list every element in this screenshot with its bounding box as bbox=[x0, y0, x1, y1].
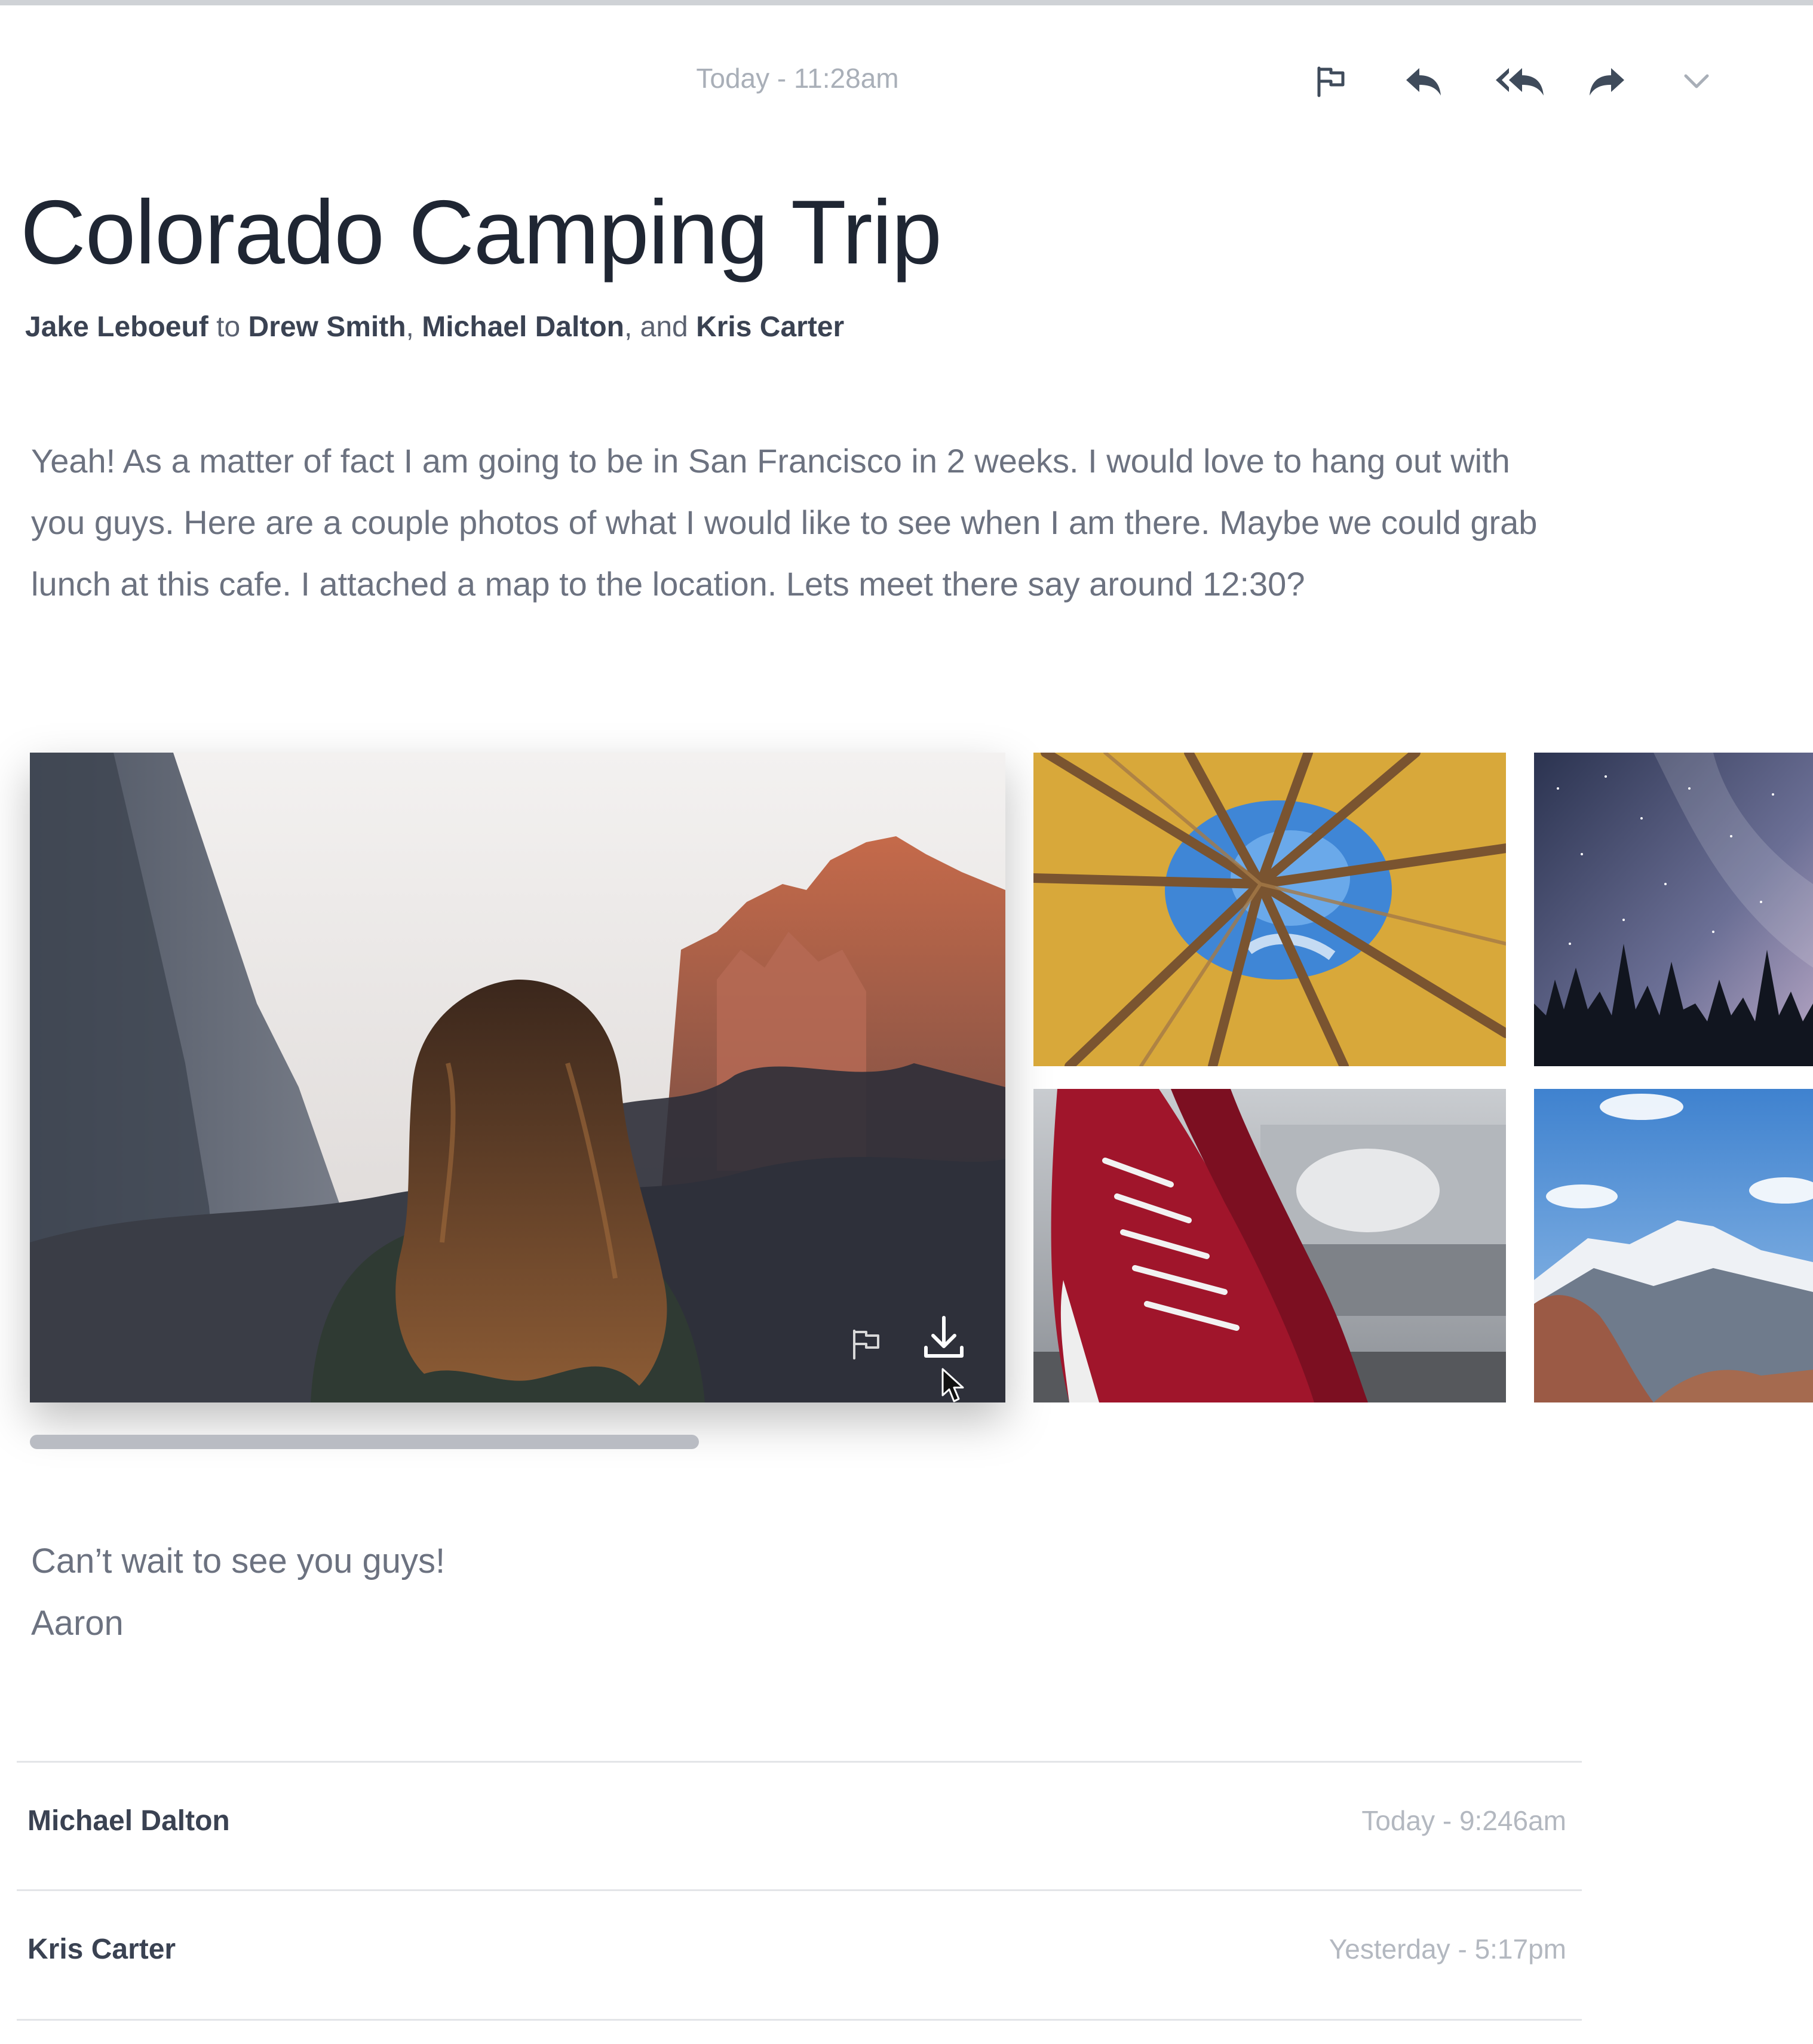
mouse-cursor bbox=[936, 1368, 972, 1402]
to-word: to bbox=[216, 311, 241, 343]
message-timestamp: Today - 11:28am bbox=[696, 63, 899, 94]
recipient-kris-carter[interactable]: Kris Carter bbox=[696, 311, 844, 343]
signoff-line: Can’t wait to see you guys! bbox=[31, 1542, 446, 1580]
image-flag-button[interactable] bbox=[842, 1320, 890, 1368]
thread-timestamp: Today - 9:246am bbox=[1361, 1805, 1566, 1836]
message-subject: Colorado Camping Trip bbox=[20, 182, 942, 283]
download-icon bbox=[920, 1314, 968, 1362]
forward-icon bbox=[1587, 65, 1627, 98]
chevron-down-icon bbox=[1683, 72, 1710, 90]
teepee-sky-photo[interactable] bbox=[1033, 753, 1506, 1066]
window-top-border bbox=[0, 0, 1813, 5]
flag-icon bbox=[849, 1327, 883, 1361]
snowy-mountain-photo[interactable] bbox=[1534, 1089, 1813, 1402]
recipient-michael-dalton[interactable]: Michael Dalton bbox=[422, 311, 624, 343]
reply-all-button[interactable] bbox=[1487, 57, 1553, 105]
recipient-drew-smith[interactable]: Drew Smith bbox=[249, 311, 406, 343]
thread-item[interactable]: Michael Dalton Today - 9:246am bbox=[17, 1763, 1582, 1888]
participants-line: Jake Leboeuf to Drew Smith, Michael Dalt… bbox=[25, 311, 844, 343]
and-word: , and bbox=[624, 311, 688, 343]
red-sneakers-photo[interactable] bbox=[1033, 1089, 1506, 1402]
reply-icon bbox=[1404, 65, 1443, 98]
attachments-scrollbar[interactable] bbox=[30, 1435, 699, 1449]
separator-comma: , bbox=[406, 311, 414, 343]
signature: Aaron bbox=[31, 1604, 124, 1643]
message-body: Yeah! As a matter of fact I am going to … bbox=[31, 442, 1538, 603]
thread-sender: Kris Carter bbox=[27, 1933, 176, 1965]
reply-button[interactable] bbox=[1397, 57, 1450, 105]
flag-icon bbox=[1314, 65, 1348, 98]
reply-all-icon bbox=[1495, 65, 1546, 98]
thread-sender: Michael Dalton bbox=[27, 1805, 230, 1837]
thread-divider bbox=[17, 2019, 1582, 2021]
image-download-button[interactable] bbox=[914, 1308, 974, 1368]
cursor-arrow-icon bbox=[940, 1368, 968, 1402]
flag-button[interactable] bbox=[1304, 57, 1358, 105]
thread-timestamp: Yesterday - 5:17pm bbox=[1329, 1933, 1566, 1965]
thread-item[interactable]: Kris Carter Yesterday - 5:17pm bbox=[17, 1891, 1582, 2017]
more-options-button[interactable] bbox=[1670, 57, 1723, 105]
woman-in-canyon-photo[interactable] bbox=[30, 753, 1005, 1402]
sender-name[interactable]: Jake Leboeuf bbox=[25, 311, 208, 343]
message-signoff: Can’t wait to see you guys! Aaron bbox=[31, 1530, 445, 1655]
starry-night-photo[interactable] bbox=[1534, 753, 1813, 1066]
forward-button[interactable] bbox=[1580, 57, 1634, 105]
